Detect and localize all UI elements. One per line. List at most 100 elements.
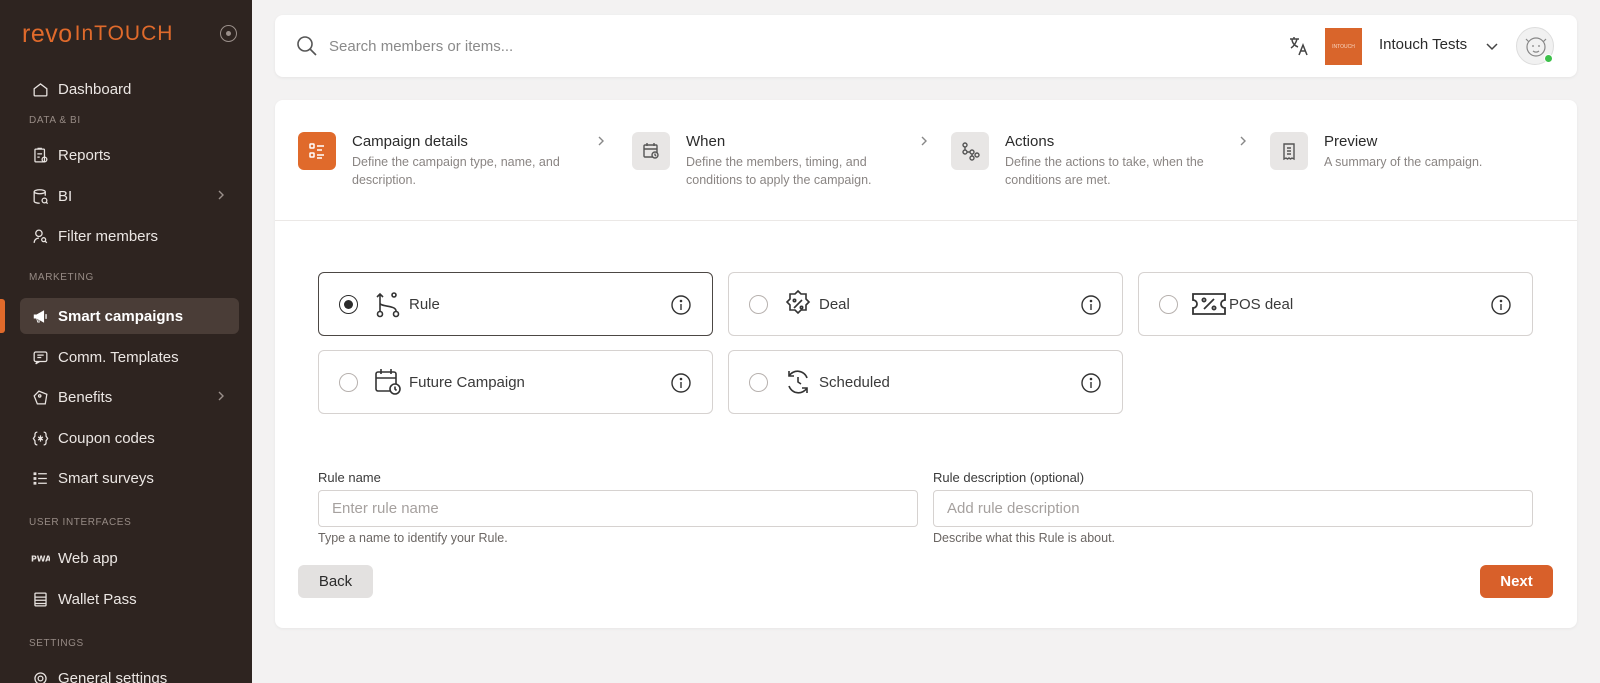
radio-button[interactable]	[339, 295, 358, 314]
info-icon[interactable]	[1490, 294, 1512, 316]
campaign-type-pos-deal[interactable]: POS deal	[1138, 272, 1533, 336]
code-brackets-icon	[30, 428, 50, 448]
chevron-down-icon[interactable]	[1485, 39, 1499, 53]
wallet-pass-icon	[30, 589, 50, 609]
sidebar-item-dashboard[interactable]: Dashboard	[20, 71, 239, 107]
radio-button[interactable]	[749, 373, 768, 392]
megaphone-icon	[30, 306, 50, 326]
radio-button[interactable]	[1159, 295, 1178, 314]
campaign-type-future-campaign[interactable]: Future Campaign	[318, 350, 713, 414]
rule-name-input[interactable]	[318, 490, 918, 527]
sidebar-item-label: BI	[58, 187, 73, 205]
home-icon	[30, 79, 50, 99]
search-input[interactable]	[329, 31, 929, 61]
chevron-right-icon	[921, 136, 927, 146]
campaign-type-label: POS deal	[1229, 296, 1294, 313]
branch-icon	[376, 292, 400, 318]
sidebar-item-label: Dashboard	[58, 80, 132, 98]
flow-icon	[951, 132, 989, 170]
radio-button[interactable]	[339, 373, 358, 392]
chevron-right-icon	[218, 190, 224, 200]
campaign-card: Campaign details Define the campaign typ…	[275, 100, 1577, 628]
step-title: Preview	[1324, 133, 1378, 150]
campaign-type-deal[interactable]: Deal	[728, 272, 1123, 336]
sidebar-item-label: Comm. Templates	[58, 348, 179, 366]
sidebar-collapse-button[interactable]	[220, 25, 237, 42]
refresh-clock-icon	[788, 370, 808, 394]
list-icon	[298, 132, 336, 170]
avatar[interactable]	[1516, 27, 1554, 65]
sidebar-item-reports[interactable]: Reports	[20, 137, 239, 173]
sidebar-item-label: Filter members	[58, 227, 159, 245]
sidebar-item-label: Web app	[58, 549, 118, 567]
back-button[interactable]: Back	[298, 565, 373, 598]
rule-description-helper: Describe what this Rule is about.	[933, 531, 1116, 545]
brand-intouch: InTOUCH	[74, 22, 174, 45]
step-title: Actions	[1005, 133, 1055, 150]
sidebar-item-filter-members[interactable]: Filter members	[20, 218, 239, 254]
step-description: A summary of the campaign.	[1324, 155, 1483, 169]
sidebar-item-label: Reports	[58, 146, 111, 164]
org-name[interactable]: Intouch Tests	[1379, 36, 1467, 53]
discount-badge-icon	[785, 289, 811, 315]
section-label-user-interfaces: USER INTERFACES	[29, 517, 132, 528]
calendar-clock-icon	[632, 132, 670, 170]
sidebar-item-wallet-pass[interactable]: Wallet Pass	[20, 581, 239, 617]
brand-logo[interactable]: revo InTOUCH	[22, 20, 173, 48]
database-search-icon	[30, 186, 50, 206]
info-icon[interactable]	[670, 372, 692, 394]
gear-icon	[30, 668, 50, 683]
sidebar-item-general-settings[interactable]: General settings	[20, 660, 239, 683]
sidebar: revo InTOUCH Dashboard DATA & BI Reports…	[0, 0, 252, 683]
reports-icon	[30, 145, 50, 165]
svg-text:PWA: PWA	[31, 554, 50, 563]
campaign-type-rule[interactable]: Rule	[318, 272, 713, 336]
rule-name-label: Rule name	[318, 470, 381, 485]
sidebar-item-benefits[interactable]: Benefits	[20, 379, 239, 415]
step-title: When	[686, 133, 726, 150]
sidebar-item-comm-templates[interactable]: Comm. Templates	[20, 339, 239, 375]
chevron-right-icon	[1240, 136, 1246, 146]
message-icon	[30, 347, 50, 367]
chevron-right-icon	[218, 391, 224, 401]
sidebar-item-label: General settings	[58, 669, 168, 683]
section-label-settings: SETTINGS	[29, 638, 84, 649]
translate-icon[interactable]	[1287, 34, 1311, 58]
sidebar-item-label: Smart campaigns	[58, 307, 184, 325]
rule-description-input[interactable]	[933, 490, 1533, 527]
sidebar-item-smart-campaigns[interactable]: Smart campaigns	[20, 298, 239, 334]
campaign-type-label: Scheduled	[819, 374, 890, 391]
info-icon[interactable]	[1080, 372, 1102, 394]
tag-icon	[30, 387, 50, 407]
org-logo: INTOUCH	[1325, 28, 1362, 65]
coupon-ticket-icon	[1192, 293, 1226, 315]
step-description: Define the actions to take, when the con…	[1005, 155, 1204, 187]
checklist-icon	[30, 468, 50, 488]
rule-name-helper: Type a name to identify your Rule.	[318, 531, 508, 545]
pwa-icon: PWA	[30, 548, 50, 568]
calendar-clock-icon	[375, 369, 401, 395]
sidebar-item-label: Coupon codes	[58, 429, 155, 447]
collapse-icon	[226, 31, 231, 36]
user-search-icon	[30, 226, 50, 246]
rule-description-label: Rule description (optional)	[933, 470, 1085, 485]
top-bar: INTOUCH Intouch Tests	[275, 15, 1577, 77]
stepper: Campaign details Define the campaign typ…	[275, 100, 1577, 221]
sidebar-item-coupon-codes[interactable]: Coupon codes	[20, 420, 239, 456]
sidebar-item-bi[interactable]: BI	[20, 178, 239, 214]
sidebar-item-label: Wallet Pass	[58, 590, 137, 608]
chevron-right-icon	[598, 136, 604, 146]
sidebar-item-smart-surveys[interactable]: Smart surveys	[20, 460, 239, 496]
campaign-type-scheduled[interactable]: Scheduled	[728, 350, 1123, 414]
info-icon[interactable]	[1080, 294, 1102, 316]
receipt-icon	[1270, 132, 1308, 170]
campaign-type-label: Rule	[409, 296, 440, 313]
sidebar-item-label: Benefits	[58, 388, 113, 406]
campaign-type-label: Deal	[819, 296, 850, 313]
sidebar-item-web-app[interactable]: PWA Web app	[20, 540, 239, 576]
info-icon[interactable]	[670, 294, 692, 316]
step-description: Define the campaign type, name, and desc…	[352, 155, 560, 187]
step-title: Campaign details	[352, 133, 468, 150]
next-button[interactable]: Next	[1480, 565, 1553, 598]
radio-button[interactable]	[749, 295, 768, 314]
